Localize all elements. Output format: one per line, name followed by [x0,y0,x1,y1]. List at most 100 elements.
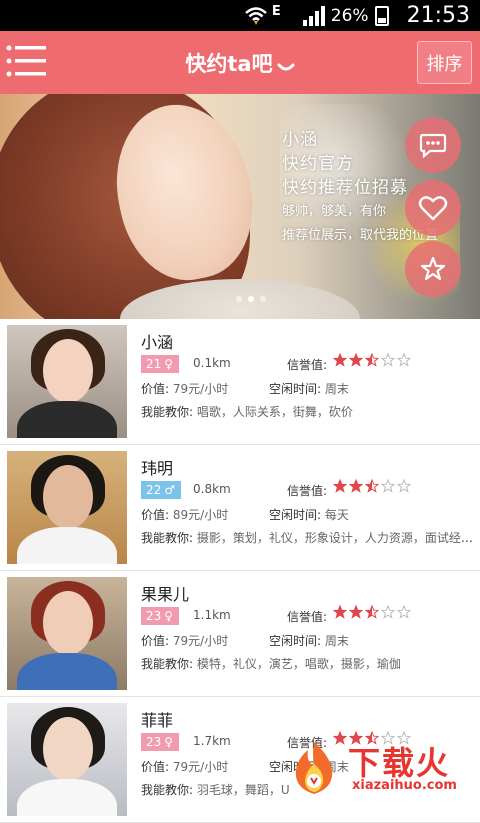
star-icon [420,256,446,281]
avatar-face [43,717,93,781]
age-value: 21 [146,357,162,371]
price-line: 价值: 79元/小时 [141,758,228,775]
battery-icon [374,5,389,26]
network-type: E [271,4,281,19]
reputation-label: 信誉值: [287,358,328,372]
signal-icon [302,5,325,26]
rating-star-icon [381,605,395,619]
pager-dot [260,296,266,302]
price-line: 价值: 79元/小时 [141,632,228,649]
rating-star-icon [397,479,411,493]
skills-label: 我能教你: [141,405,194,419]
age-gender-badge: 23 ♀ [141,607,180,625]
male-icon: ♂ [164,483,176,497]
title-dropdown[interactable]: 快约ta吧 [185,48,295,78]
female-icon: ♀ [164,735,174,749]
user-row[interactable]: 果果儿 23 ♀ 1.1km 信誉值: 价值: 79元/小时 空闲时间: 周末 [0,571,480,697]
skills-value: 羽毛球，舞蹈，U [196,783,290,797]
price-label: 价值: [141,760,170,774]
age-gender-badge: 23 ♀ [141,733,180,751]
reputation-label: 信誉值: [287,610,328,624]
status-bar: E 26% 21:53 [0,0,480,31]
rating-star-icon [333,605,347,619]
watermark: 下载火 xiazaihuo.com [282,736,478,800]
skills-label: 我能教你: [141,657,194,671]
distance: 0.1km [193,356,231,370]
avatar-face [43,465,93,529]
menu-button[interactable] [6,44,48,80]
user-row[interactable]: 小涵 21 ♀ 0.1km 信誉值: 价值: 79元/小时 空闲时间: 周末 我 [0,319,480,445]
free-time-value: 每天 [324,508,349,522]
rating-star-icon [381,353,395,367]
avatar-face [43,339,93,403]
user-name: 玮明 [141,459,174,478]
distance: 0.8km [193,482,231,496]
distance: 1.7km [193,734,231,748]
rating-star-icon [333,479,347,493]
rating-star-icon [365,605,379,619]
rating-star-icon [333,353,347,367]
reputation-stars [333,479,411,493]
avatar[interactable] [7,451,127,564]
skills-line: 我能教你: 摄影，策划，礼仪，形象设计，人力资源，面试经验，... [141,529,476,546]
skills-line: 我能教你: 唱歌，人际关系，街舞，砍价 [141,403,476,420]
user-name: 果果儿 [141,585,190,604]
rating-star-icon [397,353,411,367]
price-value: 79元/小时 [172,760,229,774]
user-name: 菲菲 [141,711,174,730]
price-value: 89元/小时 [172,508,229,522]
avatar-body [17,779,117,816]
avatar[interactable] [7,577,127,690]
rating-star-icon [381,479,395,493]
age-value: 23 [146,609,162,623]
avatar-body [17,527,117,564]
distance: 1.1km [193,608,231,622]
price-label: 价值: [141,508,170,522]
rating-star-icon [349,353,363,367]
rating-star-icon [397,605,411,619]
price-value: 79元/小时 [172,382,229,396]
like-button[interactable] [405,180,461,236]
age-value: 22 [146,483,162,497]
rating-star-icon [349,479,363,493]
avatar-face [43,591,93,655]
menu-icon [6,45,46,77]
user-name: 小涵 [141,333,174,352]
rating-star-icon [365,353,379,367]
clock: 21:53 [406,3,470,28]
pager-dot [236,296,242,302]
skills-value: 模特，礼仪，演艺，唱歌，摄影，瑜伽 [196,657,401,671]
sort-button[interactable]: 排序 [417,41,472,84]
free-time-value: 周末 [324,634,349,648]
message-button[interactable] [405,117,461,173]
avatar[interactable] [7,325,127,438]
rating-star-icon [365,479,379,493]
battery-percent: 26% [330,5,369,26]
price-line: 价值: 79元/小时 [141,380,228,397]
rating-star-icon [349,605,363,619]
chevron-down-icon [277,63,295,70]
free-time-line: 空闲时间: 周末 [269,632,349,649]
flame-logo [295,742,333,794]
female-icon: ♀ [164,357,174,371]
heart-icon [418,196,448,221]
age-gender-badge: 22 ♂ [141,481,182,499]
banner-pager-dots [236,296,266,302]
avatar[interactable] [7,703,127,816]
skills-label: 我能教你: [141,783,194,797]
price-label: 价值: [141,382,170,396]
price-value: 79元/小时 [172,634,229,648]
free-time-label: 空闲时间: [269,382,322,396]
free-time-value: 周末 [324,382,349,396]
free-time-line: 空闲时间: 每天 [269,506,349,523]
user-row[interactable]: 玮明 22 ♂ 0.8km 信誉值: 价值: 89元/小时 空闲时间: 每天 我 [0,445,480,571]
avatar-body [17,401,117,438]
chat-bubble-icon [419,133,447,158]
reputation-label: 信誉值: [287,484,328,498]
page-title: 快约ta吧 [185,51,273,76]
free-time-label: 空闲时间: [269,508,322,522]
favorite-button[interactable] [405,241,461,297]
female-icon: ♀ [164,609,174,623]
avatar-body [17,653,117,690]
skills-line: 我能教你: 模特，礼仪，演艺，唱歌，摄影，瑜伽 [141,655,476,672]
